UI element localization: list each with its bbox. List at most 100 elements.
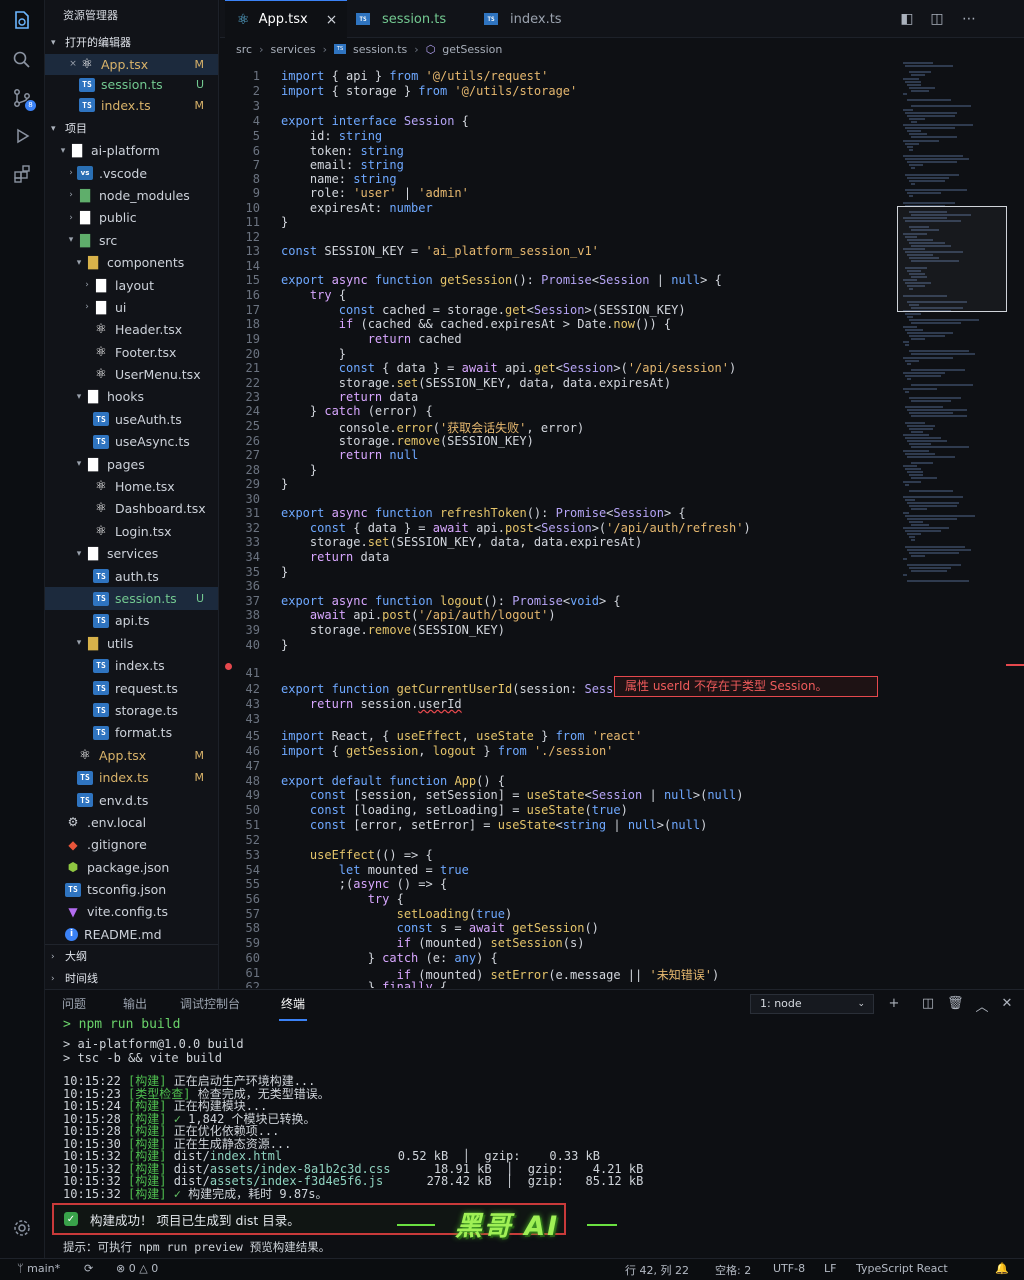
close-tab-icon[interactable]: × [326,12,338,28]
split-terminal-icon[interactable]: ◫ [920,996,936,1011]
minimap-line [905,390,909,393]
tree-file-selected[interactable]: TS session.ts U [45,587,218,610]
encoding[interactable]: UTF-8 [773,1262,805,1275]
open-editor-item[interactable]: × ⚛ App.tsx M [45,54,218,75]
tree-folder[interactable]: › ▇ layout [45,274,218,296]
tree-file[interactable]: ⚛ UserMenu.tsx [45,363,218,385]
project-header[interactable]: ▾ 项目 [45,118,218,140]
minimap-viewport[interactable] [897,206,1007,312]
code-line: return data [338,390,419,404]
breadcrumb-item[interactable]: session.ts [353,43,407,56]
new-terminal-icon[interactable]: + [886,996,902,1011]
open-editors-header[interactable]: ▾ 打开的编辑器 [45,32,218,54]
tab-app-tsx[interactable]: ⚛ App.tsx × [225,0,347,38]
tree-file[interactable]: TS auth.ts [45,565,218,587]
code-line: storage.remove(SESSION_KEY) [281,434,534,448]
open-preview-icon[interactable]: ◧ [898,10,916,28]
search-icon[interactable] [10,48,34,72]
react-file-icon: ⚛ [95,367,107,383]
indentation[interactable]: 空格: 2 [715,1262,751,1278]
tree-file[interactable]: ⚛ Footer.tsx [45,341,218,363]
line-number: 31 [245,506,260,520]
code-editor[interactable]: 1 import { api } from '@/utils/request' 2 i… [220,60,1010,988]
tree-file[interactable]: TS request.ts [45,677,218,699]
extensions-icon[interactable] [10,162,34,186]
source-control-icon[interactable]: 8 [10,86,36,111]
more-actions-icon[interactable]: ⋯ [960,10,978,28]
trash-icon[interactable]: 🗑 [947,996,964,1011]
problems-status[interactable]: ⊗ 0 △ 0 [116,1262,158,1275]
tree-folder[interactable]: › ▇ node_modules [45,184,218,206]
tree-file[interactable]: ◆ .gitignore [45,834,218,856]
open-editor-item[interactable]: TS index.ts M [45,95,218,116]
tree-file[interactable]: ⬢ package.json [45,856,218,878]
timeline-header[interactable]: › 时间线 [45,968,98,989]
minimap-line [905,437,941,440]
tab-output[interactable]: 输出 [123,995,147,1012]
tab-session-ts[interactable]: TS session.ts [356,0,476,38]
tab-debug-console[interactable]: 调试控制台 [180,995,240,1012]
minimap[interactable] [897,60,1007,988]
tree-file[interactable]: TS index.ts [45,654,218,676]
tree-file[interactable]: TS index.ts M [45,766,218,788]
tree-file[interactable]: TS storage.ts [45,699,218,721]
maximize-panel-icon[interactable]: ︿ [974,996,990,1015]
tree-folder[interactable]: › ▇ ui [45,296,218,318]
tab-problems[interactable]: 问题 [62,995,86,1012]
breadcrumb-item[interactable]: services [270,43,315,56]
tree-folder[interactable]: ▾ ▇ utils [45,632,218,654]
minimap-line [911,399,951,402]
open-editor-item[interactable]: TS session.ts U [45,75,218,96]
explorer-icon[interactable] [10,8,34,32]
tree-file[interactable]: ⚛ Home.tsx [45,475,218,497]
breadcrumb-item[interactable]: src [236,43,252,56]
minimap-line [909,474,923,477]
tree-folder[interactable]: ▾ ▇ services [45,543,218,565]
tree-folder[interactable]: › vs .vscode [45,162,218,184]
breadcrumb-item[interactable]: getSession [442,43,502,56]
tree-folder[interactable]: ▾ ▇ hooks [45,386,218,408]
react-file-icon: ⚛ [95,344,107,360]
close-panel-icon[interactable]: ✕ [999,996,1015,1011]
tree-folder[interactable]: › ▇ public [45,207,218,229]
terminal-select[interactable]: 1: node ⌄ [750,994,874,1014]
tab-index-ts[interactable]: TS index.ts [484,0,604,38]
tree-folder-root[interactable]: ▾ ▇ ai-platform [45,140,218,162]
split-editor-icon[interactable]: ◫ [928,10,946,28]
tree-file[interactable]: TS format.ts [45,722,218,744]
tree-file[interactable]: ⚛ Header.tsx [45,319,218,341]
tree-file[interactable]: i README.md [45,923,218,945]
tree-file[interactable]: TS tsconfig.json [45,878,218,900]
line-number: 52 [245,833,260,847]
tree-file[interactable]: ⚛ App.tsx M [45,744,218,766]
tree-file[interactable]: ⚛ Dashboard.tsx [45,498,218,520]
close-icon[interactable]: × [67,59,79,69]
bell-icon[interactable]: 🔔 [995,1262,1009,1275]
tree-folder[interactable]: ▾ ▇ src [45,229,218,251]
minimap-line [903,124,973,126]
tree-file[interactable]: TS useAsync.ts [45,431,218,453]
branch-status[interactable]: ᛘ main* [17,1262,60,1275]
line-ending[interactable]: LF [824,1262,836,1275]
tree-folder[interactable]: ▾ ▇ pages [45,453,218,475]
tree-file[interactable]: ⚛ Login.tsx [45,520,218,542]
tree-file[interactable]: ⚙ .env.local [45,811,218,833]
minimap-line [903,201,955,204]
minimap-line [909,520,923,523]
tree-file[interactable]: TS useAuth.ts [45,408,218,430]
run-debug-icon[interactable] [10,124,34,148]
sync-icon[interactable]: ⟳ [84,1262,93,1275]
breakpoint-icon[interactable] [225,663,232,670]
outline-header[interactable]: › 大纲 [45,946,87,968]
language-mode[interactable]: TypeScript React [856,1262,948,1275]
tree-file[interactable]: ▼ vite.config.ts [45,901,218,923]
cursor-position[interactable]: 行 42, 列 22 [625,1262,689,1278]
code-line: export async function logout(): Promise<… [281,594,621,608]
tree-file[interactable]: TS api.ts [45,610,218,632]
tree-folder[interactable]: ▾ ▇ components [45,251,218,273]
code-line: token: string [281,144,404,158]
tab-terminal[interactable]: 终端 [278,995,308,1021]
settings-gear-icon[interactable] [10,1216,34,1240]
tree-file[interactable]: TS env.d.ts [45,789,218,811]
line-number: 11 [245,215,260,229]
